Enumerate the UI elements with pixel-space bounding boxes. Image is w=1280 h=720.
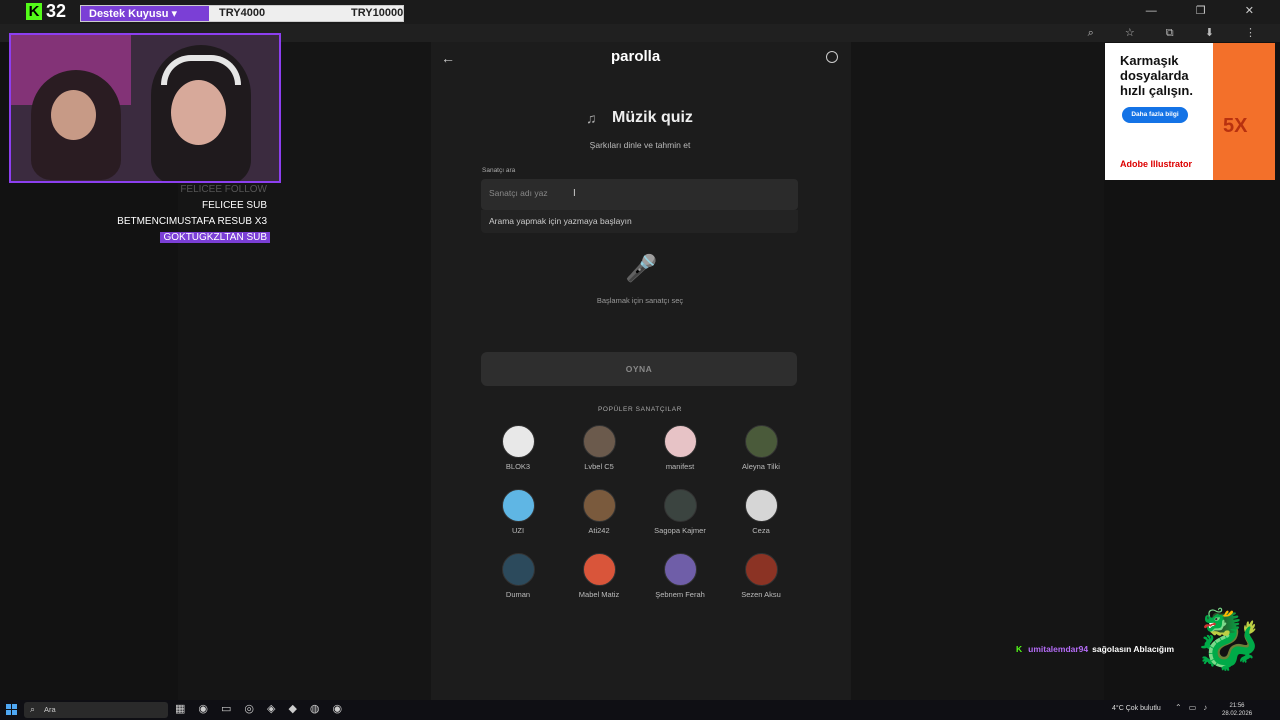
taskbar-apps[interactable]: ▦◉▭◎◈◆◍◉ — [175, 702, 355, 715]
artist-card[interactable]: Duman — [478, 553, 558, 599]
artist-name: manifest — [665, 462, 695, 471]
artist-card[interactable]: BLOK3 — [478, 425, 558, 471]
artist-avatar — [744, 425, 778, 458]
clock-time: 21:56 — [1229, 703, 1245, 709]
artist-name: Sagopa Kajmer — [654, 526, 706, 535]
artist-avatar — [744, 489, 778, 522]
advertisement[interactable]: Karmaşık dosyalarda hızlı çalışın. Daha … — [1105, 43, 1275, 180]
artist-avatar — [582, 553, 616, 586]
donation-goal-bar: Destek Kuyusu ▾ TRY4000 TRY10000 — [80, 5, 404, 22]
artist-name: Ati242 — [588, 526, 610, 535]
artist-name: BLOK3 — [505, 462, 531, 471]
search-label: Sanatçı ara — [482, 167, 516, 174]
artist-name: Duman — [505, 590, 531, 599]
kick-badge-icon: K — [1016, 644, 1023, 654]
clock[interactable]: 21:56 28.02.2026 — [1222, 702, 1252, 718]
streamer-left-face — [51, 90, 96, 140]
weather-widget[interactable]: 4°C Çok bulutlu — [1112, 705, 1161, 712]
ad-learn-more-button[interactable]: Daha fazla bilgi — [1122, 107, 1188, 123]
text-cursor-icon: I — [573, 188, 576, 199]
windows-start-icon[interactable] — [6, 704, 17, 715]
streamer-right-face — [171, 80, 226, 145]
search-dropdown: Arama yapmak için yazmaya başlayın — [481, 210, 798, 233]
search-field[interactable] — [481, 179, 798, 210]
artist-avatar — [501, 553, 535, 586]
ad-artwork — [1213, 43, 1275, 180]
ad-headline: Karmaşık dosyalarda hızlı çalışın. — [1120, 53, 1193, 98]
artist-avatar — [501, 425, 535, 458]
chat-username: umitalemdar94 — [1028, 644, 1089, 654]
artist-avatar — [663, 489, 697, 522]
artist-avatar — [501, 489, 535, 522]
taskbar: ⌕ Ara ▦◉▭◎◈◆◍◉ 4°C Çok bulutlu ⌃▭♪ 21:56… — [0, 700, 1280, 720]
artist-name: Aleyna Tilki — [742, 462, 780, 471]
artist-name: Ceza — [752, 526, 770, 535]
artist-name: Mabel Matiz — [578, 590, 620, 599]
artist-card[interactable]: Şebnem Ferah — [640, 553, 720, 599]
ad-brand: Adobe Illustrator — [1120, 159, 1193, 169]
alert-item: BETMENCIMUSTAFA RESUB X3 — [117, 216, 267, 227]
kick-logo-icon: K — [26, 3, 42, 20]
artist-card[interactable]: Lvbel C5 — [559, 425, 639, 471]
taskbar-search[interactable]: ⌕ Ara — [24, 702, 168, 718]
start-hint: Başlamak için sanatçı seç — [596, 296, 684, 305]
dropdown-hint: Arama yapmak için yazmaya başlayın — [489, 216, 632, 226]
artist-card[interactable]: Aleyna Tilki — [721, 425, 801, 471]
back-arrow-icon[interactable]: ← — [441, 50, 455, 66]
alert-item: GOKTUGKZLTAN SUB — [160, 232, 270, 243]
artist-avatar — [744, 553, 778, 586]
search-icon: ⌕ — [30, 704, 36, 714]
goal-label: Destek Kuyusu ▾ — [89, 8, 178, 20]
webcam-overlay — [9, 33, 281, 183]
microphone-icon: 🎤 — [625, 253, 658, 283]
window-controls[interactable]: — ❐ ✕ — [1146, 4, 1272, 17]
artist-name: UZI — [511, 526, 525, 535]
artist-name: Sezen Aksu — [741, 590, 781, 599]
alert-item: FELICEE FOLLOW — [180, 184, 267, 195]
dragon-logo-icon: 🐉 — [1192, 607, 1265, 672]
artist-card[interactable]: manifest — [640, 425, 720, 471]
goal-amount-current: TRY4000 — [219, 7, 266, 19]
ad-badge: 5X — [1223, 115, 1248, 137]
artist-avatar — [582, 425, 616, 458]
chat-message: Kumitalemdar94 sağolasın Ablacığım — [1016, 644, 1174, 654]
goal-amount-target: TRY10000 — [351, 7, 404, 19]
system-tray-icons[interactable]: ⌃▭♪ — [1175, 703, 1214, 712]
site-logo[interactable]: parolla — [611, 48, 660, 65]
alert-item: FELICEE SUB — [201, 200, 267, 211]
artist-card[interactable]: Sagopa Kajmer — [640, 489, 720, 535]
browser-icons[interactable]: ⌕ ☆ ⧉ ⬇ ⋮ — [1088, 26, 1270, 40]
play-button[interactable]: OYNA — [481, 352, 797, 386]
artist-card[interactable]: Ceza — [721, 489, 801, 535]
artist-avatar — [663, 553, 697, 586]
artist-search-input[interactable] — [489, 188, 789, 198]
chat-text: sağolasın Ablacığım — [1092, 644, 1175, 654]
artist-card[interactable]: UZI — [478, 489, 558, 535]
artist-card[interactable]: Ati242 — [559, 489, 639, 535]
user-profile-icon[interactable] — [826, 51, 838, 63]
artist-card[interactable]: Mabel Matiz — [559, 553, 639, 599]
artist-avatar — [663, 425, 697, 458]
top-bar: K 32 Destek Kuyusu ▾ TRY4000 TRY10000 — … — [0, 0, 1280, 24]
artist-card[interactable]: Sezen Aksu — [721, 553, 801, 599]
clock-date: 28.02.2026 — [1222, 711, 1253, 717]
artist-name: Şebnem Ferah — [655, 590, 705, 599]
popular-artists-title: POPÜLER SANATÇILAR — [597, 406, 682, 413]
viewer-count: 32 — [46, 1, 67, 21]
taskbar-search-text: Ara — [44, 705, 56, 714]
artist-name: Lvbel C5 — [584, 462, 614, 471]
artist-avatar — [582, 489, 616, 522]
